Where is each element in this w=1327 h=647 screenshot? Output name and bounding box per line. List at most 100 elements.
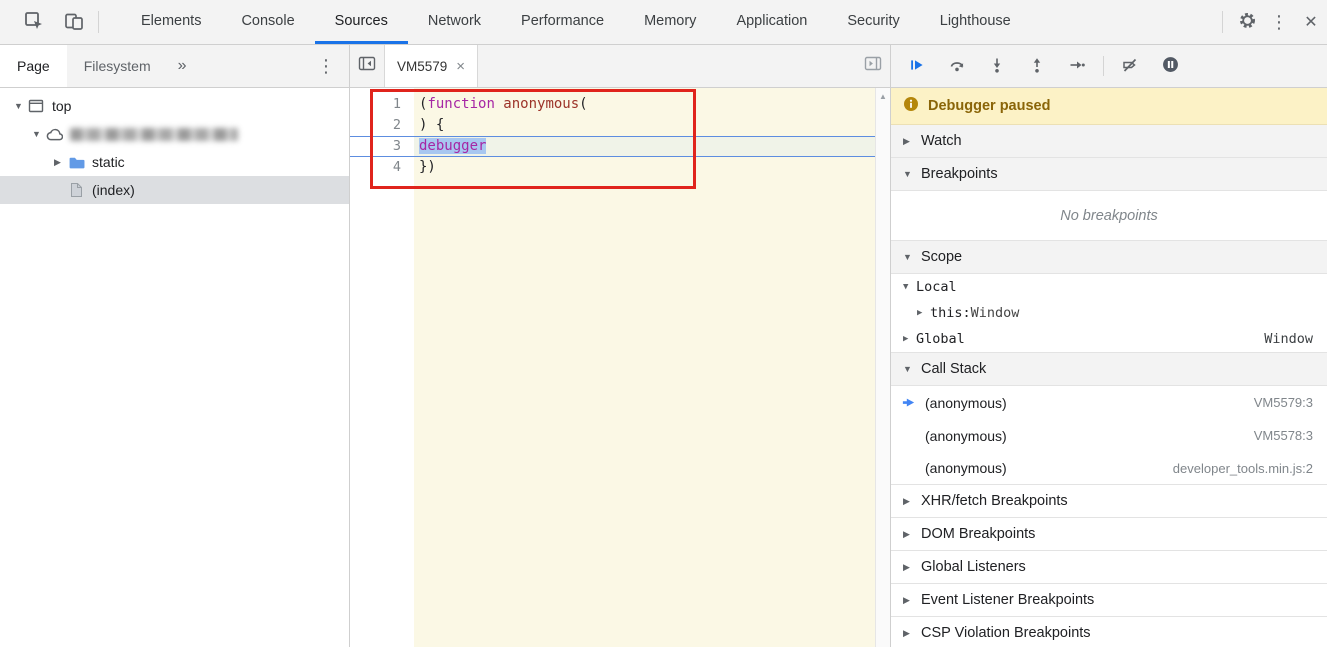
chevron-down-icon: ▼ (903, 169, 912, 179)
section-label: DOM Breakpoints (921, 526, 1036, 542)
pause-on-exceptions-button[interactable] (1156, 52, 1184, 80)
device-toolbar-button[interactable] (58, 0, 90, 44)
tree-item-domain[interactable]: ▼ (0, 120, 349, 148)
no-breakpoints-message: No breakpoints (891, 191, 1327, 241)
editor-scrollbar[interactable]: ▲ (875, 88, 890, 647)
navigator-more-options-button[interactable]: ⋮ (303, 45, 349, 87)
section-csp-violation-breakpoints[interactable]: ▶ CSP Violation Breakpoints (891, 617, 1327, 647)
inspect-cursor-icon (24, 11, 44, 34)
editor-tabs-spacer (478, 45, 856, 87)
chevron-right-icon: ▶ (903, 627, 910, 638)
tree-item-static[interactable]: ▶ static (0, 148, 349, 176)
section-call-stack[interactable]: ▼ Call Stack (891, 353, 1327, 386)
tab-security[interactable]: Security (827, 0, 919, 44)
close-devtools-button[interactable]: ✕ (1295, 0, 1327, 44)
kebab-menu-icon: ⋮ (1270, 11, 1288, 33)
scope-global-row[interactable]: ▶ Global Window (891, 326, 1327, 352)
chevron-right-icon: ▶ (903, 334, 909, 344)
code-editor: 1 2 3 4 (function anonymous( ) { debugge… (350, 88, 890, 647)
section-global-listeners[interactable]: ▶ Global Listeners (891, 551, 1327, 584)
section-breakpoints[interactable]: ▼ Breakpoints (891, 158, 1327, 191)
frame-name: (anonymous) (925, 394, 1007, 411)
toolbar-separator (98, 11, 99, 33)
more-options-button[interactable]: ⋮ (1263, 0, 1295, 44)
section-label: Watch (921, 133, 962, 149)
scope-this-row[interactable]: ▶ this: Window (891, 300, 1327, 326)
close-tab-icon[interactable]: × (456, 58, 465, 75)
toggle-debugger-sidebar-button[interactable] (856, 45, 890, 87)
frame-location: VM5578:3 (1253, 428, 1313, 443)
tree-item-label: (index) (92, 182, 135, 198)
tree-item-top[interactable]: ▼ top (0, 92, 349, 120)
deactivate-breakpoints-icon (1122, 57, 1138, 76)
line-number[interactable]: 2 (350, 115, 414, 136)
variable-name: this (930, 305, 963, 321)
step-button[interactable] (1063, 52, 1091, 80)
code-token-keyword: function (427, 96, 495, 112)
chevron-right-icon: ▶ (54, 156, 61, 167)
navigator-tab-filesystem[interactable]: Filesystem (67, 45, 168, 87)
close-icon: ✕ (1304, 14, 1318, 31)
code-line-4[interactable]: }) (414, 157, 875, 178)
deactivate-breakpoints-button[interactable] (1116, 52, 1144, 80)
toolbar-separator-right (1222, 11, 1223, 33)
more-tabs-button[interactable]: » (168, 45, 197, 87)
code-area[interactable]: (function anonymous( ) { debugger }) (414, 88, 875, 647)
step-out-button[interactable] (1023, 52, 1051, 80)
line-number[interactable]: 3 (350, 136, 414, 157)
editor-tab-strip: VM5579 × (350, 45, 890, 88)
step-into-icon (989, 57, 1005, 76)
tree-item-index[interactable]: ▶ (index) (0, 176, 349, 204)
chevron-right-icon: ▶ (903, 561, 910, 572)
resume-script-button[interactable] (903, 52, 931, 80)
tab-application[interactable]: Application (716, 0, 827, 44)
section-scope[interactable]: ▼ Scope (891, 241, 1327, 274)
step-over-icon (949, 57, 965, 76)
scope-contents: ▼ Local ▶ this: Window ▶ Global Window (891, 274, 1327, 353)
line-number[interactable]: 4 (350, 157, 414, 178)
section-event-listener-breakpoints[interactable]: ▶ Event Listener Breakpoints (891, 584, 1327, 617)
inspect-element-button[interactable] (18, 0, 50, 44)
section-xhr-breakpoints[interactable]: ▶ XHR/fetch Breakpoints (891, 485, 1327, 518)
chevron-right-icon: ▶ (917, 308, 923, 318)
paused-message: Debugger paused (928, 98, 1051, 114)
chevron-down-icon: ▼ (32, 129, 41, 139)
call-stack-frame[interactable]: (anonymous) developer_tools.min.js:2 (891, 452, 1327, 485)
call-stack-frame-current[interactable]: (anonymous) VM5579:3 (891, 386, 1327, 419)
tab-lighthouse[interactable]: Lighthouse (920, 0, 1031, 44)
frame-location: VM5579:3 (1253, 395, 1313, 410)
section-watch[interactable]: ▶ Watch (891, 125, 1327, 158)
resume-icon (909, 57, 925, 76)
code-line-3-paused[interactable]: debugger (414, 136, 875, 157)
frame-location: developer_tools.min.js:2 (1172, 460, 1313, 476)
tab-performance[interactable]: Performance (501, 0, 624, 44)
tab-memory[interactable]: Memory (624, 0, 716, 44)
frame-name: (anonymous) (925, 460, 1007, 476)
navigator-tab-strip: Page Filesystem » ⋮ (0, 45, 349, 88)
chevron-right-icon: ▶ (903, 135, 910, 146)
tab-network[interactable]: Network (408, 0, 501, 44)
scroll-up-icon[interactable]: ▲ (879, 92, 887, 101)
tab-sources[interactable]: Sources (314, 0, 408, 44)
sources-workspace: Page Filesystem » ⋮ ▼ top ▼ ▶ static (in… (0, 45, 1327, 647)
line-number-gutter: 1 2 3 4 (350, 88, 414, 647)
device-toolbar-icon (64, 11, 84, 34)
scope-local-row[interactable]: ▼ Local (891, 274, 1327, 300)
settings-button[interactable] (1231, 0, 1263, 44)
step-into-button[interactable] (983, 52, 1011, 80)
hide-navigator-button[interactable] (350, 45, 384, 87)
tab-elements[interactable]: Elements (121, 0, 221, 44)
call-stack-frame[interactable]: (anonymous) VM5578:3 (891, 419, 1327, 452)
code-line-2[interactable]: ) { (414, 115, 875, 136)
section-dom-breakpoints[interactable]: ▶ DOM Breakpoints (891, 518, 1327, 551)
code-line-1[interactable]: (function anonymous( (414, 94, 875, 115)
frame-name: (anonymous) (925, 427, 1007, 444)
pause-circle-icon (1162, 56, 1179, 76)
navigator-tab-page[interactable]: Page (0, 45, 67, 87)
code-token: ) { (419, 117, 445, 133)
tab-console[interactable]: Console (221, 0, 314, 44)
code-token-debugger-selected: debugger (419, 138, 487, 154)
editor-tab-vm5579[interactable]: VM5579 × (384, 45, 479, 87)
line-number[interactable]: 1 (350, 94, 414, 115)
step-over-button[interactable] (943, 52, 971, 80)
